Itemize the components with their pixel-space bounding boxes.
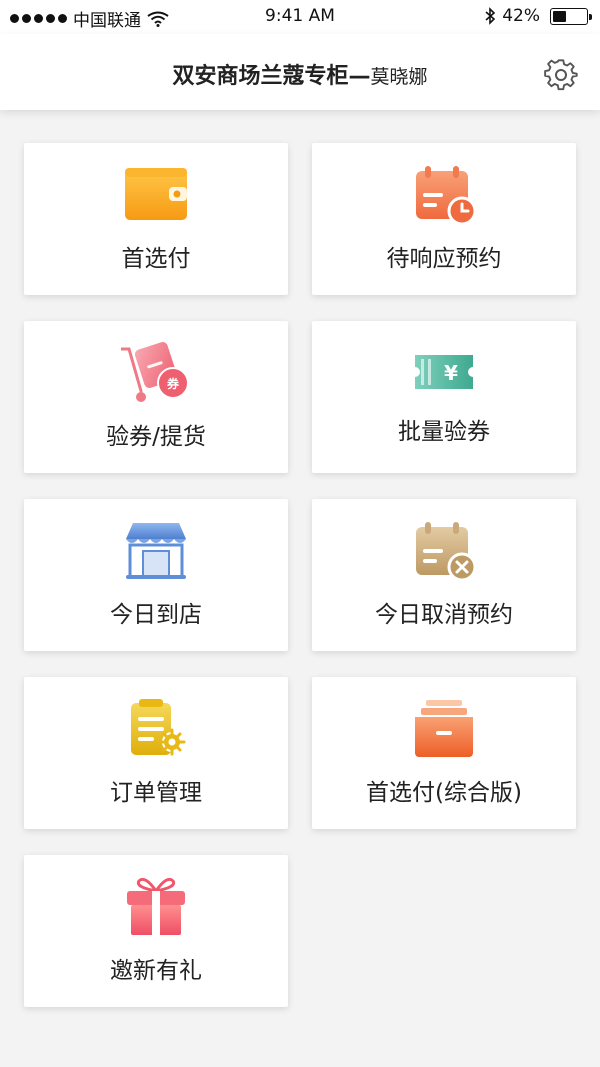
gear-icon [544, 59, 578, 91]
tile-label: 首选付(综合版) [366, 780, 522, 806]
tile-label: 验券/提货 [106, 424, 206, 450]
status-bar: 中国联通 9:41 AM 42% [0, 0, 600, 34]
bluetooth-icon [485, 7, 496, 25]
tile-pending-appointments[interactable]: 待响应预约 [312, 143, 576, 295]
cart-voucher-icon: 券 [119, 341, 191, 405]
user-name: 莫晓娜 [370, 66, 428, 88]
tile-today-arrivals[interactable]: 今日到店 [24, 499, 288, 651]
svg-text:¥: ¥ [444, 361, 458, 385]
tile-shouxuanfu-comprehensive[interactable]: 首选付(综合版) [312, 677, 576, 829]
tile-label: 订单管理 [110, 780, 202, 806]
battery-icon [550, 7, 592, 25]
tile-label: 批量验券 [398, 419, 490, 445]
header-bar: 双安商场兰蔻专柜—莫晓娜 [0, 34, 600, 110]
tile-order-management[interactable]: 订单管理 [24, 677, 288, 829]
tile-batch-verify[interactable]: ¥ 批量验券 [312, 321, 576, 473]
tile-today-cancellations[interactable]: 今日取消预约 [312, 499, 576, 651]
svg-text:券: 券 [166, 376, 180, 391]
tile-label: 首选付 [121, 246, 191, 272]
settings-button[interactable] [544, 58, 578, 92]
tile-label: 今日取消预约 [375, 602, 513, 628]
page-title: 双安商场兰蔻专柜—莫晓娜 [0, 58, 600, 90]
wallet-icon [121, 163, 191, 227]
tile-label: 待响应预约 [386, 246, 502, 272]
calendar-clock-icon [409, 163, 479, 227]
calendar-cancel-icon [409, 519, 479, 583]
gift-icon [121, 875, 191, 939]
status-bar-right: 42% [484, 6, 592, 26]
storefront-icon [121, 519, 191, 583]
tile-shouxuanfu[interactable]: 首选付 [24, 143, 288, 295]
tile-invite-gift[interactable]: 邀新有礼 [24, 855, 288, 1007]
drawer-icon [409, 697, 479, 761]
battery-percent: 42% [502, 6, 540, 26]
tile-label: 今日到店 [110, 602, 202, 628]
store-name: 双安商场兰蔻专柜— [172, 64, 371, 89]
tile-verify-voucher[interactable]: 券 验券/提货 [24, 321, 288, 473]
yuan-ticket-icon: ¥ [409, 341, 479, 405]
tile-label: 邀新有礼 [110, 958, 202, 984]
clipboard-gear-icon [121, 697, 191, 761]
